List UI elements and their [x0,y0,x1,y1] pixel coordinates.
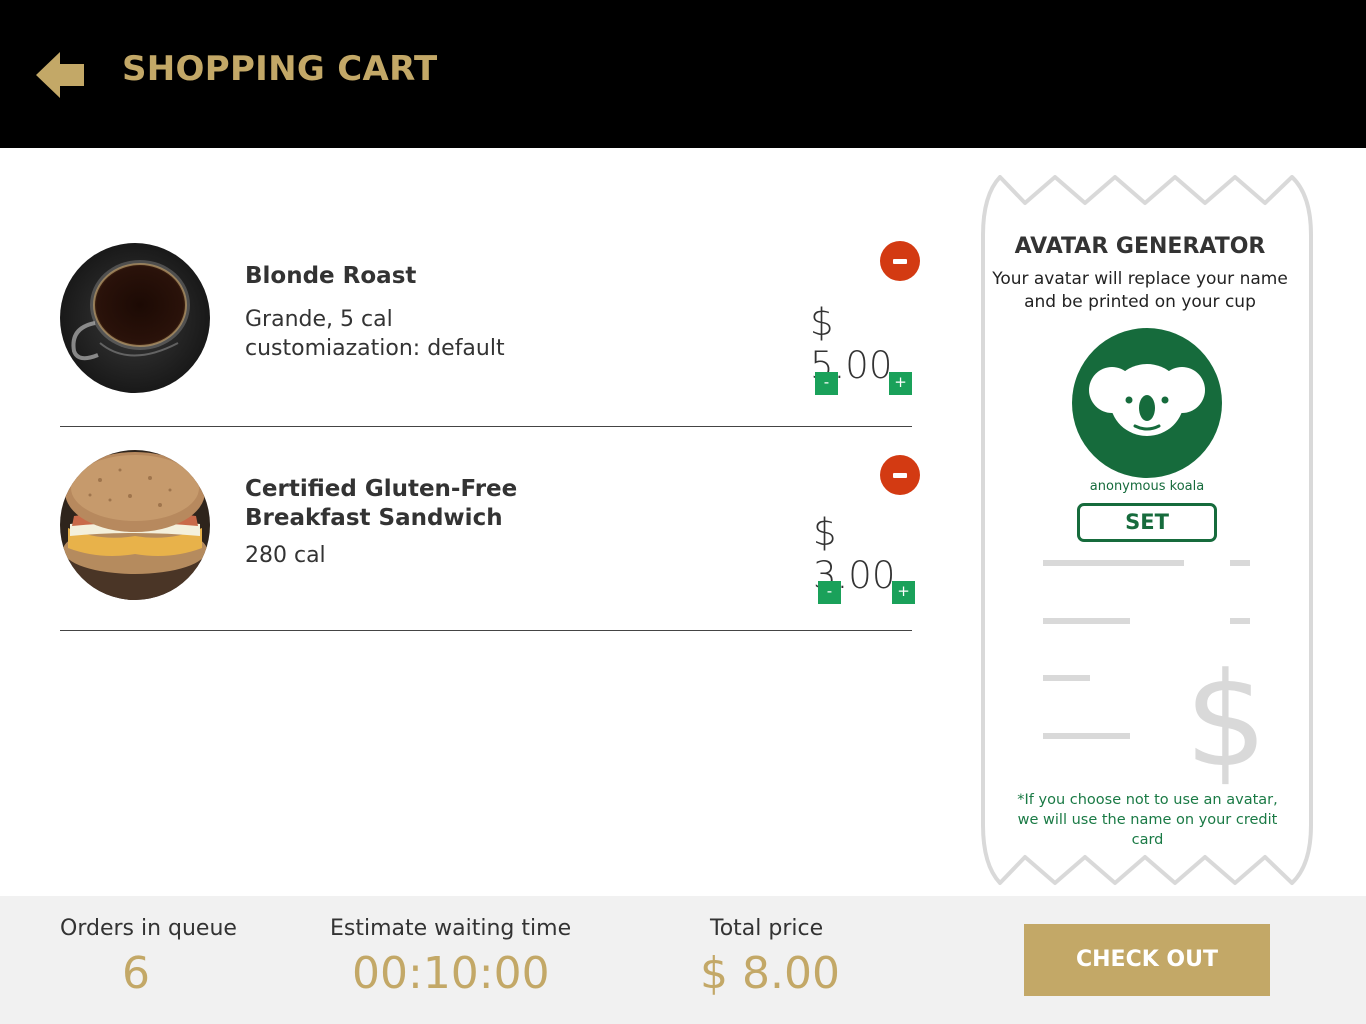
orders-in-queue-label: Orders in queue [60,916,237,941]
item-size: Grande, 5 cal [245,307,393,332]
koala-avatar-icon[interactable] [1072,328,1222,478]
decrease-quantity-button[interactable]: - [818,581,841,604]
item-customization: customiazation: default [245,336,505,361]
set-avatar-button[interactable]: SET [1077,503,1217,542]
decrease-quantity-button[interactable]: - [815,372,838,395]
total-price-label: Total price [710,916,824,941]
total-price-value: $ 8.00 [700,948,840,999]
orders-in-queue-value: 6 [122,948,150,999]
svg-text:$: $ [1185,644,1268,796]
increase-quantity-button[interactable]: + [892,581,915,604]
checkout-button[interactable]: CHECK OUT [1024,924,1270,996]
page-title: SHOPPING CART [122,49,438,89]
avatar-description: Your avatar will replace your name and b… [992,269,1288,312]
avatar-note: *If you choose not to use an avatar, we … [1017,792,1278,848]
cart-item: Certified Gluten-Free Breakfast Sandwich… [60,450,920,610]
wait-time-value: 00:10:00 [352,948,550,999]
item-name: Blonde Roast [245,263,417,289]
divider [60,630,912,631]
wait-time-label: Estimate waiting time [330,916,572,941]
item-calories: 280 cal [245,543,326,568]
coffee-cup-image [60,243,210,393]
sandwich-image [60,450,210,600]
item-name-line2: Breakfast Sandwich [245,505,503,531]
remove-item-button[interactable] [880,455,920,495]
cart-item: Blonde Roast Grande, 5 cal customiazatio… [60,241,920,403]
item-name: Certified Gluten-Free [245,476,518,502]
avatar-generator-title: AVATAR GENERATOR [1014,234,1266,259]
header-bar: SHOPPING CART [0,0,1366,148]
divider [60,426,912,427]
remove-item-button[interactable] [880,241,920,281]
back-arrow-icon[interactable] [34,50,86,100]
increase-quantity-button[interactable]: + [889,372,912,395]
avatar-name-label: anonymous koala [1089,479,1205,494]
